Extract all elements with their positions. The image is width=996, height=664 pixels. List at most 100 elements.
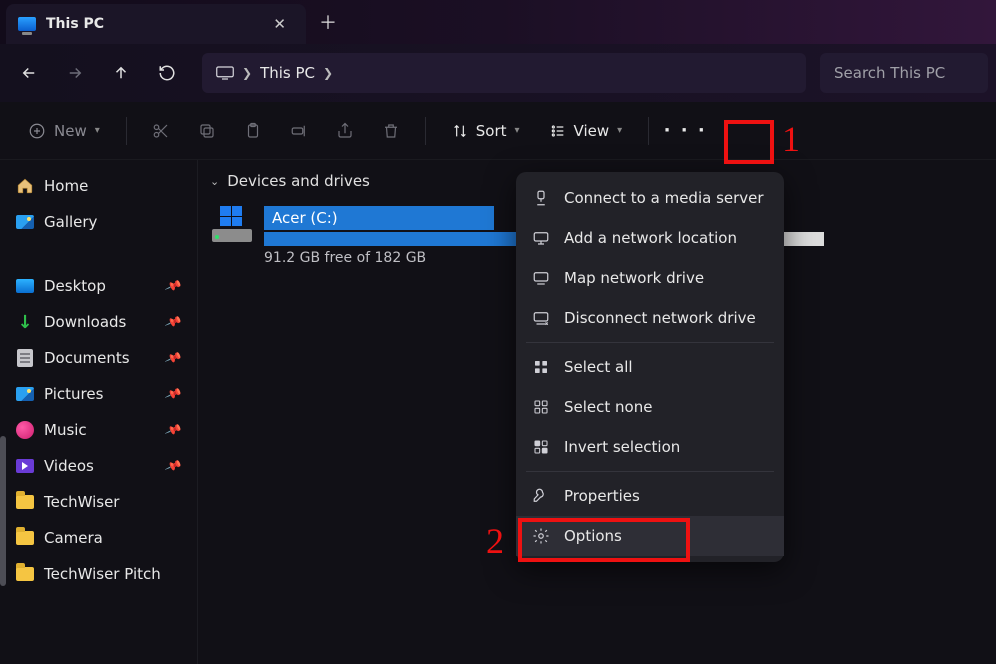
- chevron-down-icon: ▾: [515, 125, 520, 136]
- more-button[interactable]: · · ·: [663, 111, 707, 151]
- menu-label: Add a network location: [564, 229, 737, 247]
- sidebar-item-techwiser-pitch[interactable]: TechWiser Pitch: [6, 556, 191, 592]
- new-button[interactable]: New ▾: [16, 111, 112, 151]
- view-label: View: [574, 122, 610, 140]
- more-menu: Connect to a media server Add a network …: [516, 172, 784, 562]
- rename-button[interactable]: [279, 111, 319, 151]
- back-button[interactable]: [8, 52, 50, 94]
- rename-icon: [290, 122, 308, 140]
- videos-icon: [16, 457, 34, 475]
- refresh-button[interactable]: [146, 52, 188, 94]
- menu-label: Disconnect network drive: [564, 309, 756, 327]
- menu-select-all[interactable]: Select all: [516, 347, 784, 387]
- address-segment[interactable]: This PC: [260, 64, 315, 82]
- sidebar-item-label: Downloads: [44, 313, 126, 331]
- home-icon: [16, 177, 34, 195]
- sidebar-item-label: Camera: [44, 529, 103, 547]
- menu-label: Select none: [564, 398, 652, 416]
- folder-icon: [16, 529, 34, 547]
- properties-icon: [532, 487, 550, 505]
- sidebar-item-pictures[interactable]: Pictures 📌: [6, 376, 191, 412]
- copy-button[interactable]: [187, 111, 227, 151]
- sort-button[interactable]: Sort ▾: [440, 111, 532, 151]
- sidebar-item-desktop[interactable]: Desktop 📌: [6, 268, 191, 304]
- menu-disconnect-network-drive[interactable]: Disconnect network drive: [516, 298, 784, 338]
- delete-button[interactable]: [371, 111, 411, 151]
- menu-properties[interactable]: Properties: [516, 476, 784, 516]
- tab-title: This PC: [46, 16, 257, 32]
- menu-select-none[interactable]: Select none: [516, 387, 784, 427]
- sidebar-item-gallery[interactable]: Gallery: [6, 204, 191, 240]
- menu-label: Properties: [564, 487, 640, 505]
- sidebar-item-documents[interactable]: Documents 📌: [6, 340, 191, 376]
- scissors-icon: [152, 122, 170, 140]
- sidebar-item-home[interactable]: Home: [6, 168, 191, 204]
- separator: [425, 117, 426, 145]
- pin-icon: 📌: [164, 277, 183, 295]
- pin-icon: 📌: [164, 313, 183, 331]
- cut-button[interactable]: [141, 111, 181, 151]
- forward-button[interactable]: [54, 52, 96, 94]
- downloads-icon: ↓: [16, 313, 34, 331]
- address-bar[interactable]: ❯ This PC ❯: [202, 53, 806, 93]
- sort-icon: [452, 123, 468, 139]
- gallery-icon: [16, 213, 34, 231]
- search-input[interactable]: Search This PC: [820, 53, 988, 93]
- sidebar-item-label: Home: [44, 177, 88, 195]
- content: Home Gallery Desktop 📌 ↓ Downloads 📌 Doc…: [0, 160, 996, 664]
- sidebar-item-label: TechWiser Pitch: [44, 565, 161, 583]
- search-placeholder: Search This PC: [834, 64, 945, 82]
- window-tab[interactable]: This PC ✕: [6, 4, 306, 44]
- documents-icon: [16, 349, 34, 367]
- clipboard-icon: [244, 122, 262, 140]
- sidebar-item-label: Gallery: [44, 213, 97, 231]
- monitor-icon: [216, 66, 234, 80]
- scrollbar-thumb[interactable]: [0, 436, 6, 586]
- separator: [648, 117, 649, 145]
- chevron-down-icon: ▾: [617, 125, 622, 136]
- group-header-label: Devices and drives: [227, 172, 370, 190]
- menu-add-network-location[interactable]: Add a network location: [516, 218, 784, 258]
- menu-connect-media-server[interactable]: Connect to a media server: [516, 178, 784, 218]
- ellipsis-icon: · · ·: [664, 120, 707, 141]
- sidebar-item-label: TechWiser: [44, 493, 119, 511]
- sidebar-item-label: Desktop: [44, 277, 106, 295]
- select-all-icon: [532, 358, 550, 376]
- menu-label: Invert selection: [564, 438, 680, 456]
- menu-map-network-drive[interactable]: Map network drive: [516, 258, 784, 298]
- chevron-down-icon: ▾: [95, 125, 100, 136]
- menu-invert-selection[interactable]: Invert selection: [516, 427, 784, 467]
- sidebar-item-label: Videos: [44, 457, 94, 475]
- view-button[interactable]: View ▾: [538, 111, 635, 151]
- separator: [126, 117, 127, 145]
- select-none-icon: [532, 398, 550, 416]
- sidebar-item-camera[interactable]: Camera: [6, 520, 191, 556]
- network-location-icon: [532, 229, 550, 247]
- plus-circle-icon: [28, 122, 46, 140]
- menu-label: Connect to a media server: [564, 189, 764, 207]
- gear-icon: [532, 527, 550, 545]
- menu-options[interactable]: Options: [516, 516, 784, 556]
- pin-icon: 📌: [164, 457, 183, 475]
- menu-label: Options: [564, 527, 622, 545]
- sidebar-item-techwiser[interactable]: TechWiser: [6, 484, 191, 520]
- share-button[interactable]: [325, 111, 365, 151]
- pin-icon: 📌: [164, 349, 183, 367]
- this-pc-icon: [18, 17, 36, 31]
- drive-name: Acer (C:): [264, 206, 494, 230]
- new-tab-button[interactable]: ＋: [306, 0, 350, 44]
- new-label: New: [54, 122, 87, 140]
- sidebar-item-downloads[interactable]: ↓ Downloads 📌: [6, 304, 191, 340]
- menu-label: Map network drive: [564, 269, 704, 287]
- sidebar-item-music[interactable]: Music 📌: [6, 412, 191, 448]
- invert-selection-icon: [532, 438, 550, 456]
- trash-icon: [382, 122, 400, 140]
- sidebar-item-label: Documents: [44, 349, 130, 367]
- close-tab-button[interactable]: ✕: [267, 11, 292, 37]
- paste-button[interactable]: [233, 111, 273, 151]
- folder-icon: [16, 493, 34, 511]
- pictures-icon: [16, 385, 34, 403]
- up-button[interactable]: [100, 52, 142, 94]
- music-icon: [16, 421, 34, 439]
- sidebar-item-videos[interactable]: Videos 📌: [6, 448, 191, 484]
